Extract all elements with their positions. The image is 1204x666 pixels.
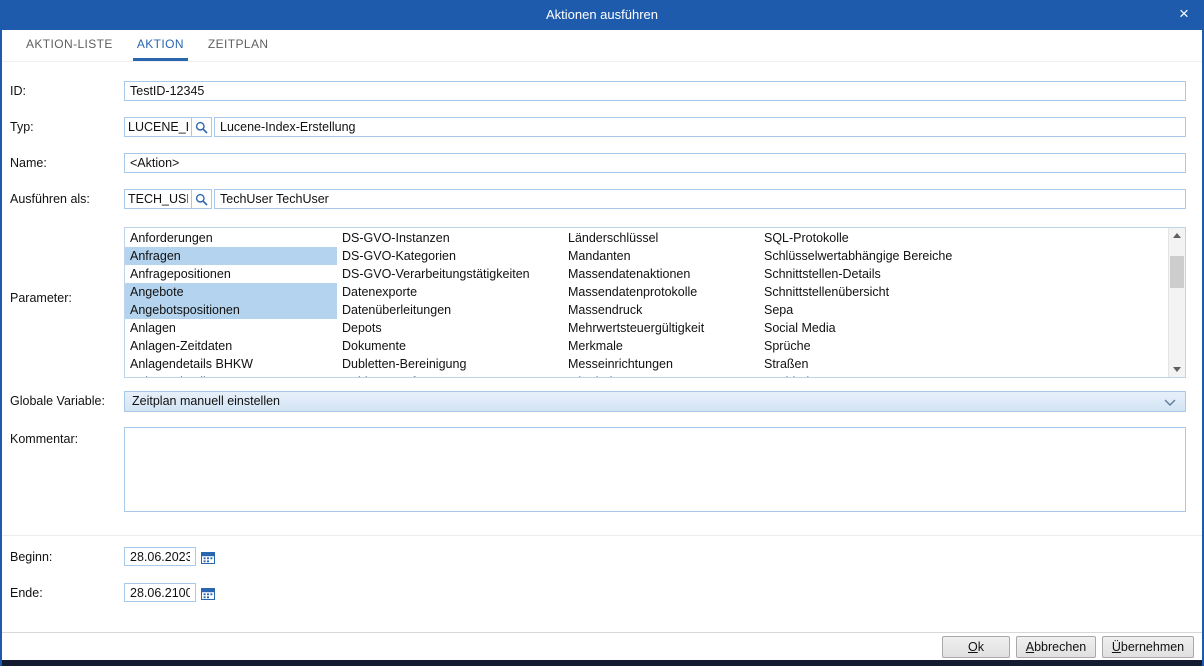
- parameter-item[interactable]: SQL-Protokolle: [759, 229, 1168, 247]
- parameter-item[interactable]: Schnittstellenübersicht: [759, 283, 1168, 301]
- window-title: Aktionen ausführen: [0, 0, 1204, 30]
- calendar-icon: [201, 587, 215, 600]
- id-input[interactable]: [124, 81, 1186, 101]
- scrollbar-up-button[interactable]: [1169, 228, 1185, 243]
- kommentar-textarea[interactable]: [124, 427, 1186, 512]
- tab-zeitplan[interactable]: ZEITPLAN: [204, 30, 273, 61]
- parameter-list[interactable]: AnforderungenAnfragenAnfragepositionenAn…: [124, 227, 1186, 378]
- kommentar-label: Kommentar:: [10, 429, 78, 449]
- name-input[interactable]: [124, 153, 1186, 173]
- parameter-item[interactable]: Anlagendetails PV: [125, 373, 337, 377]
- parameter-item[interactable]: DS-GVO-Instanzen: [337, 229, 563, 247]
- parameter-item[interactable]: Angebotspositionen: [125, 301, 337, 319]
- parameter-item[interactable]: Mehrwertsteuergültigkeit: [563, 319, 759, 337]
- ausfuehren-als-code-input[interactable]: [124, 189, 192, 209]
- tab-bar: AKTION-LISTE AKTION ZEITPLAN: [2, 30, 1202, 62]
- scroll-up-icon: [1173, 233, 1181, 238]
- id-label: ID:: [10, 81, 26, 101]
- parameter-item[interactable]: Anlagendetails BHKW: [125, 355, 337, 373]
- parameter-item[interactable]: Suchindex: [759, 373, 1168, 377]
- chevron-down-icon: [1164, 399, 1176, 406]
- tab-aktion[interactable]: AKTION: [133, 30, 188, 61]
- close-button[interactable]: ×: [1164, 0, 1204, 30]
- beginn-date-input[interactable]: [124, 547, 196, 566]
- magnifier-icon: [195, 121, 208, 134]
- ende-label: Ende:: [10, 583, 43, 603]
- typ-lookup-button[interactable]: [192, 117, 212, 137]
- parameter-item[interactable]: Massendatenaktionen: [563, 265, 759, 283]
- beginn-label: Beginn:: [10, 547, 52, 567]
- parameter-item[interactable]: Datenexporte: [337, 283, 563, 301]
- scrollbar-down-button[interactable]: [1169, 362, 1185, 377]
- typ-label: Typ:: [10, 117, 34, 137]
- abbrechen-button-label: Abbrechen: [1017, 640, 1095, 654]
- ausfuehren-als-lookup-button[interactable]: [192, 189, 212, 209]
- parameter-item[interactable]: Datenüberleitungen: [337, 301, 563, 319]
- parameter-item[interactable]: Merkmale: [563, 337, 759, 355]
- parameter-item[interactable]: Mitarbeiter: [563, 373, 759, 377]
- tab-aktion-liste[interactable]: AKTION-LISTE: [22, 30, 117, 61]
- scroll-down-icon: [1173, 367, 1181, 372]
- separator: [2, 535, 1202, 536]
- parameter-item[interactable]: DS-GVO-Kategorien: [337, 247, 563, 265]
- magnifier-icon: [195, 193, 208, 206]
- parameter-item[interactable]: Länderschlüssel: [563, 229, 759, 247]
- parameter-item[interactable]: Anforderungen: [125, 229, 337, 247]
- parameter-item[interactable]: Anfragen: [125, 247, 337, 265]
- ausfuehren-als-description: TechUser TechUser: [214, 189, 1186, 209]
- parameter-item[interactable]: Sprüche: [759, 337, 1168, 355]
- parameter-item[interactable]: Social Media: [759, 319, 1168, 337]
- close-icon: ×: [1179, 4, 1189, 23]
- parameter-item[interactable]: Straßen: [759, 355, 1168, 373]
- parameter-columns: AnforderungenAnfragenAnfragepositionenAn…: [125, 229, 1168, 377]
- parameter-item[interactable]: Dubletten-Bereinigung: [337, 355, 563, 373]
- globale-variable-label: Globale Variable:: [10, 391, 105, 411]
- parameter-item[interactable]: Anlagen: [125, 319, 337, 337]
- scrollbar-thumb[interactable]: [1170, 256, 1184, 288]
- ende-date-input[interactable]: [124, 583, 196, 602]
- ausfuehren-als-label: Ausführen als:: [10, 189, 90, 209]
- ok-button-label: Ok: [943, 640, 1009, 654]
- parameter-item[interactable]: Massendatenprotokolle: [563, 283, 759, 301]
- parameter-item[interactable]: Massendruck: [563, 301, 759, 319]
- parameter-item[interactable]: Anfragepositionen: [125, 265, 337, 283]
- globale-variable-value: Zeitplan manuell einstellen: [125, 392, 1185, 411]
- parameter-item[interactable]: DS-GVO-Verarbeitungstätigkeiten: [337, 265, 563, 283]
- parameter-item[interactable]: Depots: [337, 319, 563, 337]
- calendar-icon: [201, 551, 215, 564]
- uebernehmen-button[interactable]: Übernehmen: [1102, 636, 1194, 658]
- parameter-item[interactable]: Sepa: [759, 301, 1168, 319]
- globale-variable-select[interactable]: Zeitplan manuell einstellen: [124, 391, 1186, 412]
- typ-description: Lucene-Index-Erstellung: [214, 117, 1186, 137]
- window-bottom-edge: [0, 660, 1204, 666]
- dialog-window: Aktionen ausführen × AKTION-LISTE AKTION…: [0, 0, 1204, 666]
- parameter-scrollbar[interactable]: [1168, 228, 1185, 377]
- beginn-calendar-button[interactable]: [199, 549, 217, 565]
- parameter-item[interactable]: Anlagen-Zeitdaten: [125, 337, 337, 355]
- parameter-label: Parameter:: [10, 288, 72, 308]
- parameter-item[interactable]: Dokumente: [337, 337, 563, 355]
- title-bar: Aktionen ausführen ×: [0, 0, 1204, 30]
- parameter-item[interactable]: Schlüsselwertabhängige Bereiche: [759, 247, 1168, 265]
- parameter-item[interactable]: Dubletten-Erfassung: [337, 373, 563, 377]
- ende-calendar-button[interactable]: [199, 585, 217, 601]
- footer-bar: Ok Abbrechen Übernehmen: [2, 633, 1202, 660]
- name-label: Name:: [10, 153, 47, 173]
- uebernehmen-button-label: Übernehmen: [1103, 640, 1193, 654]
- parameter-item[interactable]: Mandanten: [563, 247, 759, 265]
- parameter-item[interactable]: Messeinrichtungen: [563, 355, 759, 373]
- abbrechen-button[interactable]: Abbrechen: [1016, 636, 1096, 658]
- parameter-item[interactable]: Angebote: [125, 283, 337, 301]
- typ-code-input[interactable]: [124, 117, 192, 137]
- ok-button[interactable]: Ok: [942, 636, 1010, 658]
- parameter-item[interactable]: Schnittstellen-Details: [759, 265, 1168, 283]
